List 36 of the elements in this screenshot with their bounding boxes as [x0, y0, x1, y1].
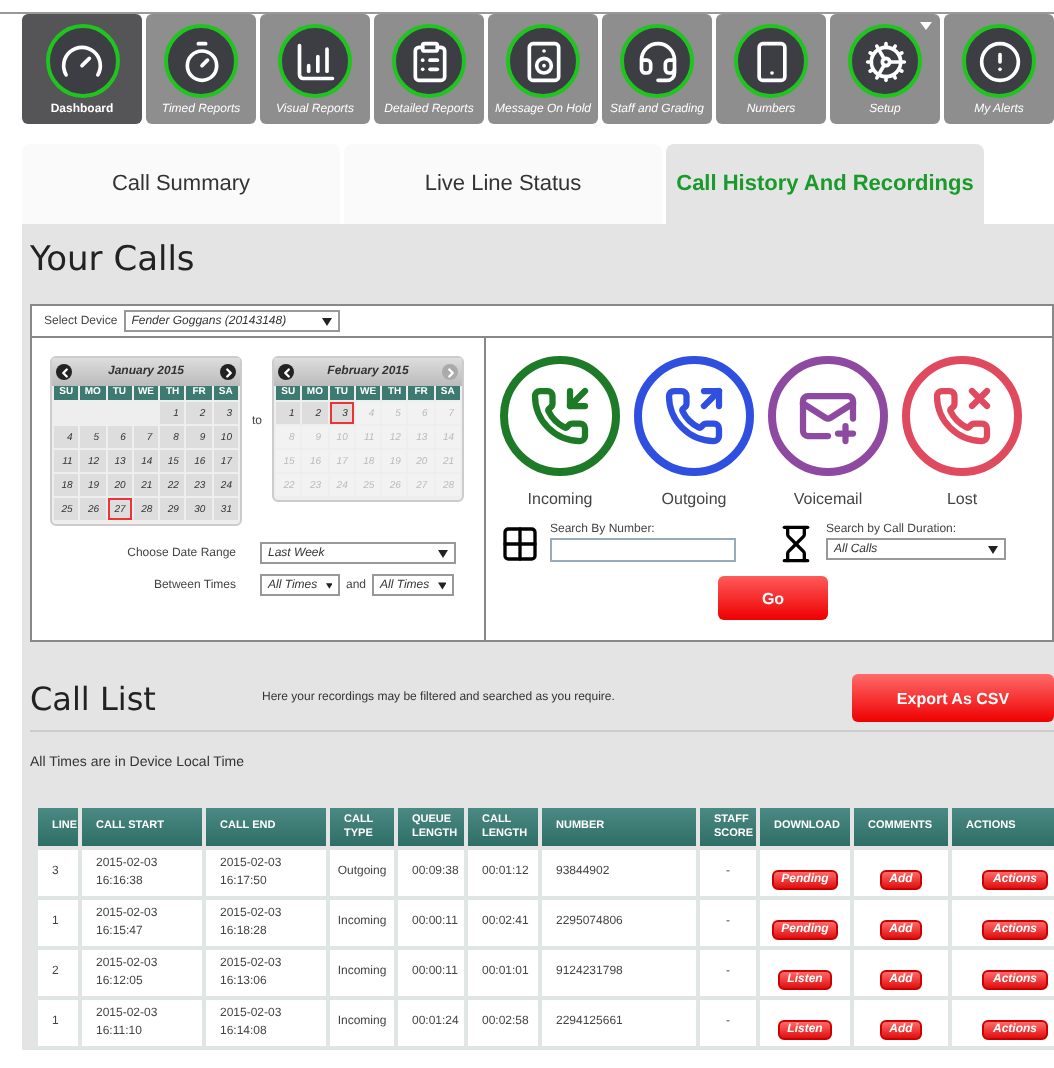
call-type-button[interactable]: [634, 356, 754, 476]
caret-icon: [438, 549, 448, 557]
tab[interactable]: Live Line Status: [344, 144, 662, 224]
section-title: Call List: [30, 679, 158, 717]
go-button[interactable]: Go: [718, 576, 828, 620]
call-type-button[interactable]: [902, 356, 1022, 476]
call-type-label: Voicemail: [793, 490, 863, 508]
alert-icon: [977, 39, 1021, 83]
call-type-button[interactable]: [768, 356, 888, 476]
gears-icon: [863, 39, 907, 83]
chevron-right-icon: [221, 365, 235, 379]
call-type-label: Outgoing: [661, 490, 727, 508]
chevron-left-icon: [279, 365, 294, 379]
headset-person-icon: [635, 39, 679, 83]
phone-incoming-icon: [530, 386, 590, 446]
bar-chart-icon: [293, 39, 337, 83]
keypad-icon: [500, 524, 540, 564]
export-button[interactable]: Export As CSV: [852, 674, 1054, 722]
previous-month-button[interactable]: [278, 364, 295, 380]
chevron-left-icon: [57, 365, 71, 379]
tab[interactable]: Call History And Recordings: [666, 144, 984, 224]
caret-icon: [325, 581, 332, 589]
caret-icon: [321, 317, 332, 325]
call-type-label: Incoming: [527, 490, 593, 508]
caret-icon: [988, 545, 998, 553]
caret-icon: [437, 581, 447, 589]
search-number-field[interactable]: [550, 538, 736, 562]
phone-outgoing-icon: [664, 386, 724, 446]
call-type-button[interactable]: [500, 356, 620, 476]
previous-month-button[interactable]: [56, 364, 72, 380]
phone-missed-icon: [932, 386, 992, 446]
chevron-right-icon: [443, 365, 457, 379]
next-month-button[interactable]: [220, 364, 236, 380]
tab[interactable]: Call Summary: [22, 144, 340, 224]
call-type-label: Lost: [946, 490, 978, 508]
page-title: Your Calls: [30, 240, 197, 280]
